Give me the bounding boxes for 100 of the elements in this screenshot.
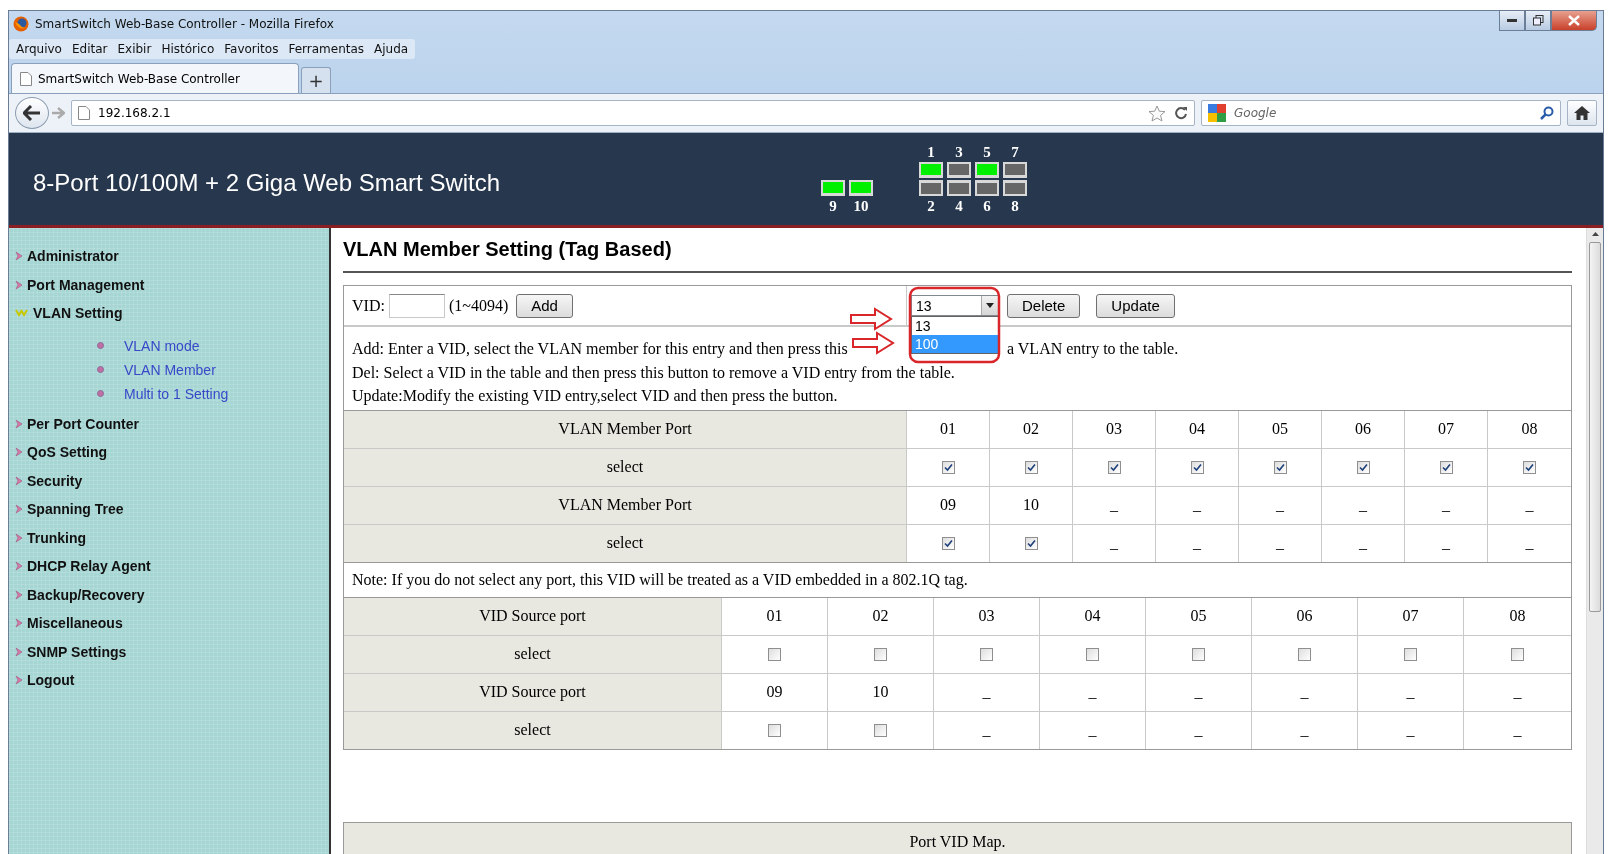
menu-item[interactable]: Exibir bbox=[112, 40, 157, 58]
row-label: VID Source port bbox=[344, 597, 722, 635]
search-icon[interactable] bbox=[1540, 106, 1554, 120]
update-button[interactable]: Update bbox=[1096, 293, 1175, 318]
port-label: 1 bbox=[926, 144, 936, 160]
checkbox[interactable] bbox=[1107, 460, 1121, 474]
sidebar-item[interactable]: Administrator bbox=[15, 242, 329, 271]
checkbox[interactable] bbox=[1404, 647, 1417, 661]
add-button[interactable]: Add bbox=[516, 293, 573, 318]
checkbox[interactable] bbox=[1511, 647, 1524, 661]
minimize-icon bbox=[1507, 18, 1517, 23]
sidebar-item[interactable]: Backup/Recovery bbox=[15, 580, 329, 609]
checkbox[interactable] bbox=[874, 723, 887, 737]
row-label: VID Source port bbox=[344, 673, 722, 711]
reload-icon[interactable] bbox=[1174, 106, 1188, 120]
arrow-icon bbox=[15, 504, 23, 515]
checkbox[interactable] bbox=[874, 647, 887, 661]
bullet-icon bbox=[97, 390, 104, 397]
scrollbar[interactable] bbox=[1586, 228, 1603, 854]
menu-item[interactable]: Arquivo bbox=[11, 40, 67, 58]
arrow-icon bbox=[15, 532, 23, 543]
scroll-up-icon[interactable] bbox=[1591, 232, 1599, 236]
checkbox[interactable] bbox=[1298, 647, 1311, 661]
sidebar-item[interactable]: Trunking bbox=[15, 523, 329, 552]
minimize-button[interactable] bbox=[1499, 11, 1525, 31]
checkbox[interactable] bbox=[1523, 460, 1536, 474]
sidebar-item[interactable]: Miscellaneous bbox=[15, 609, 329, 638]
table-title: Port VID Map. bbox=[343, 821, 1572, 854]
row-label: VLAN Member Port bbox=[344, 486, 907, 524]
page-title: VLAN Member Setting (Tag Based) bbox=[343, 238, 1572, 273]
row-label: select bbox=[344, 448, 907, 486]
menu-item[interactable]: Ajuda bbox=[369, 40, 414, 58]
sidebar-item[interactable]: Port Management bbox=[15, 270, 329, 299]
sidebar-item[interactable]: Logout bbox=[15, 666, 329, 695]
checkbox[interactable] bbox=[1192, 647, 1205, 661]
star-icon[interactable] bbox=[1148, 104, 1166, 122]
checkbox[interactable] bbox=[1439, 460, 1453, 474]
search-engine-icon bbox=[1208, 104, 1226, 122]
menu-item[interactable]: Histórico bbox=[156, 40, 220, 58]
checkbox[interactable] bbox=[1190, 460, 1204, 474]
arrow-icon bbox=[15, 475, 23, 486]
new-tab-button[interactable]: + bbox=[301, 67, 331, 93]
sidebar-item[interactable]: Security bbox=[15, 466, 329, 495]
row-label: select bbox=[344, 524, 907, 562]
sidebar-item[interactable]: Spanning Tree bbox=[15, 495, 329, 524]
address-bar[interactable]: 192.168.2.1 bbox=[71, 100, 1195, 126]
sidebar-item[interactable]: Per Port Counter bbox=[15, 409, 329, 438]
sidebar-item[interactable]: QoS Setting bbox=[15, 438, 329, 467]
arrow-icon bbox=[15, 589, 23, 600]
sidebar-item[interactable]: DHCP Relay Agent bbox=[15, 552, 329, 581]
home-icon bbox=[1574, 106, 1590, 120]
port-label: 6 bbox=[982, 198, 992, 214]
checkbox[interactable] bbox=[1024, 536, 1038, 550]
submenu-link[interactable]: VLAN mode bbox=[124, 337, 200, 354]
home-button[interactable] bbox=[1567, 100, 1597, 126]
vid-input[interactable] bbox=[388, 293, 445, 318]
sidebar-item[interactable]: SNMP Settings bbox=[15, 637, 329, 666]
port-label: 7 bbox=[1010, 144, 1020, 160]
checkbox[interactable] bbox=[1024, 460, 1038, 474]
restore-icon bbox=[1532, 15, 1544, 26]
caret-icon bbox=[986, 303, 994, 308]
arrow-icon bbox=[15, 675, 23, 686]
close-icon bbox=[1568, 15, 1580, 26]
back-button[interactable] bbox=[15, 97, 49, 129]
submenu-link[interactable]: Multi to 1 Setting bbox=[124, 385, 229, 402]
close-button[interactable] bbox=[1551, 11, 1597, 31]
checkbox[interactable] bbox=[941, 536, 955, 550]
window-title: SmartSwitch Web-Base Controller - Mozilla Firefox bbox=[35, 17, 334, 31]
checkbox[interactable] bbox=[1086, 647, 1099, 661]
port-label: 4 bbox=[954, 198, 964, 214]
page-icon bbox=[20, 71, 32, 86]
checkbox[interactable] bbox=[768, 647, 781, 661]
checkbox[interactable] bbox=[1356, 460, 1370, 474]
menu-item[interactable]: Ferramentas bbox=[283, 40, 370, 58]
checkbox[interactable] bbox=[941, 460, 955, 474]
row-label: VLAN Member Port bbox=[344, 410, 907, 448]
arrow-icon bbox=[15, 646, 23, 657]
search-bar[interactable]: Google bbox=[1201, 100, 1561, 126]
help-text: a VLAN entry to the table. bbox=[1007, 339, 1179, 360]
arrow-icon bbox=[15, 279, 23, 290]
arrow-icon bbox=[15, 447, 23, 458]
restore-button[interactable] bbox=[1525, 11, 1551, 31]
checkbox[interactable] bbox=[1273, 460, 1287, 474]
menu-item[interactable]: Editar bbox=[66, 40, 113, 58]
expanded-chevron-icon bbox=[15, 308, 29, 319]
help-text: Add: Enter a VID, select the VLAN member for this entry and then press this bbox=[352, 339, 848, 360]
checkbox[interactable] bbox=[980, 647, 993, 661]
arrow-icon bbox=[15, 561, 23, 572]
browser-tab[interactable]: SmartSwitch Web-Base Controller bbox=[11, 63, 299, 93]
firefox-logo-icon bbox=[13, 16, 29, 32]
row-label: select bbox=[344, 711, 722, 749]
menu-item[interactable]: Favoritos bbox=[219, 40, 284, 58]
arrow-icon bbox=[15, 418, 23, 429]
submenu-link[interactable]: VLAN Member bbox=[124, 361, 216, 378]
search-input[interactable]: Google bbox=[1232, 105, 1534, 121]
sidebar-item[interactable]: VLAN Setting bbox=[15, 299, 329, 328]
delete-button[interactable]: Delete bbox=[1007, 293, 1081, 318]
help-text: Del: Select a VID in the table and then press this button to remove a VID entry from the table. bbox=[352, 362, 956, 384]
checkbox[interactable] bbox=[768, 723, 781, 737]
vid-range: (1~4094) bbox=[448, 296, 509, 315]
